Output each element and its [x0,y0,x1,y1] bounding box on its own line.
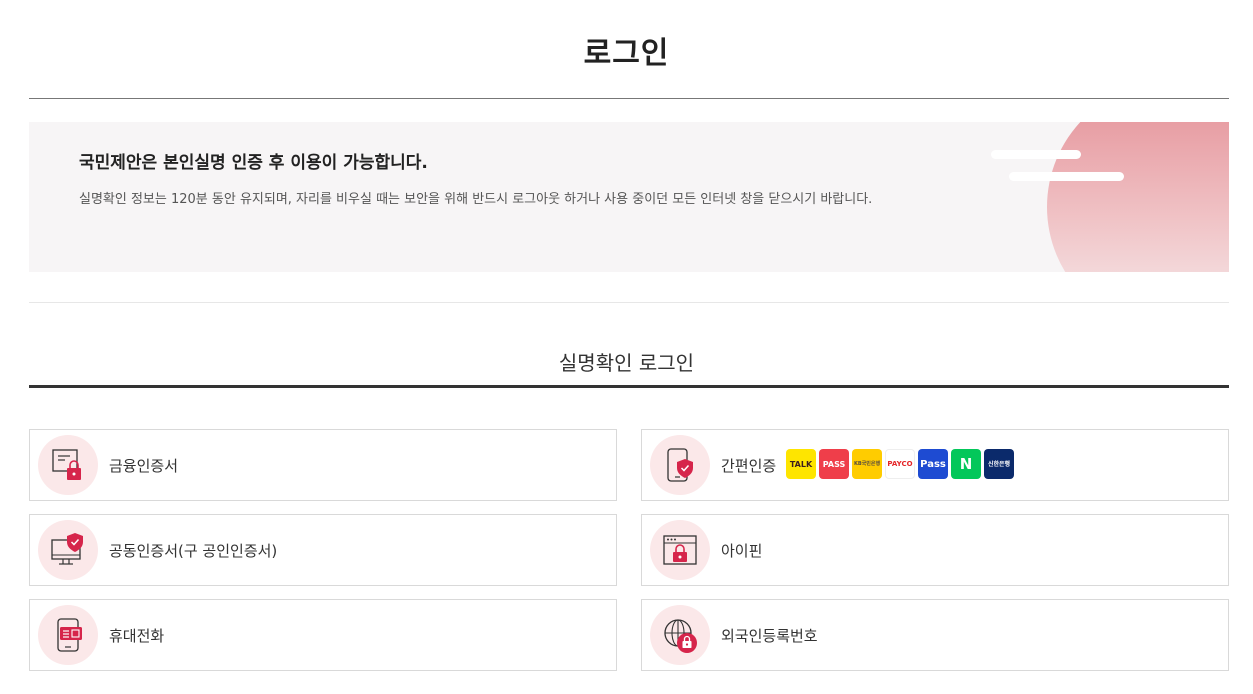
login-option-financial-certificate[interactable]: 금융인증서 [29,429,617,501]
notice-description: 실명확인 정보는 120분 동안 유지되며, 자리를 비우실 때는 보안을 위해… [79,192,873,207]
simple-auth-phone-icon [650,435,710,495]
kb-bank-icon: KB국민은행 [852,449,882,479]
title-divider [29,98,1229,99]
login-option-ipin[interactable]: 아이핀 [641,514,1229,586]
provider-text: Pass [920,458,946,470]
notice-headline: 국민제안은 본인실명 인증 후 이용이 가능합니다. [79,153,428,173]
login-option-label: 휴대전화 [109,627,165,645]
pass-icon: PASS [819,449,849,479]
login-option-label: 외국인등록번호 [721,627,818,645]
notice-banner: 국민제안은 본인실명 인증 후 이용이 가능합니다. 실명확인 정보는 120분… [29,122,1229,272]
ipin-browser-icon [650,520,710,580]
login-option-label: 간편인증 [721,457,777,475]
provider-text: PASS [822,459,846,469]
login-option-label: 공동인증서(구 공인인증서) [109,542,278,560]
login-option-mobile-phone[interactable]: 휴대전화 [29,599,617,671]
provider-text: PAYCO [887,459,913,468]
naver-icon: N [951,449,981,479]
cloud-shape [991,150,1081,159]
cloud-shape [1009,172,1124,181]
joint-certificate-monitor-icon [38,520,98,580]
page-title: 로그인 [583,36,670,71]
login-option-foreigner-registration[interactable]: 외국인등록번호 [641,599,1229,671]
section-divider [29,302,1229,303]
provider-text: 신한은행 [987,460,1011,468]
login-option-simple-auth[interactable]: 간편인증 TALK PASS KB국민은행 PAYCO Pass N 신한은행 [641,429,1229,501]
mobile-phone-icon [38,605,98,665]
sun-illustration [1047,122,1229,272]
provider-text: N [959,454,973,473]
login-option-joint-certificate[interactable]: 공동인증서(구 공인인증서) [29,514,617,586]
samsung-pass-icon: Pass [918,449,948,479]
globe-lock-icon [650,605,710,665]
shinhan-bank-icon: 신한은행 [984,449,1014,479]
login-option-label: 금융인증서 [109,457,179,475]
login-option-label: 아이핀 [721,542,763,560]
provider-text: KB국민은행 [853,460,881,467]
kakao-icon: TALK [786,449,816,479]
section-title-underline [29,385,1229,388]
section-title: 실명확인 로그인 [558,351,695,375]
provider-text: TALK [789,459,813,469]
payco-icon: PAYCO [885,449,915,479]
financial-certificate-icon [38,435,98,495]
